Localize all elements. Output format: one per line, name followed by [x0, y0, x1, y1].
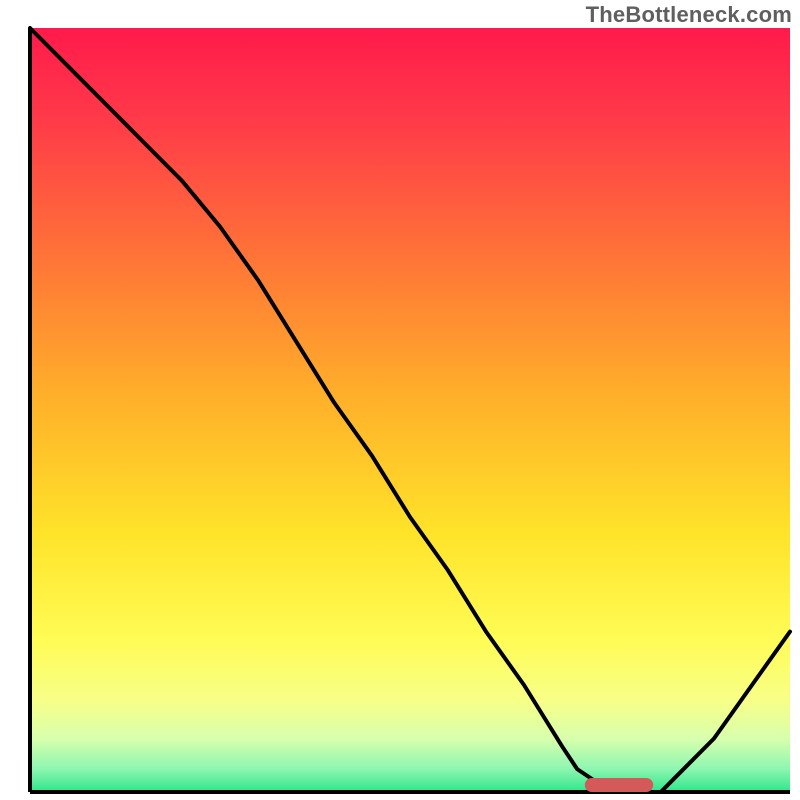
watermark-text: TheBottleneck.com [586, 2, 792, 28]
optimal-range-marker [585, 778, 653, 792]
chart-container: TheBottleneck.com [0, 0, 800, 800]
bottleneck-chart [0, 0, 800, 800]
